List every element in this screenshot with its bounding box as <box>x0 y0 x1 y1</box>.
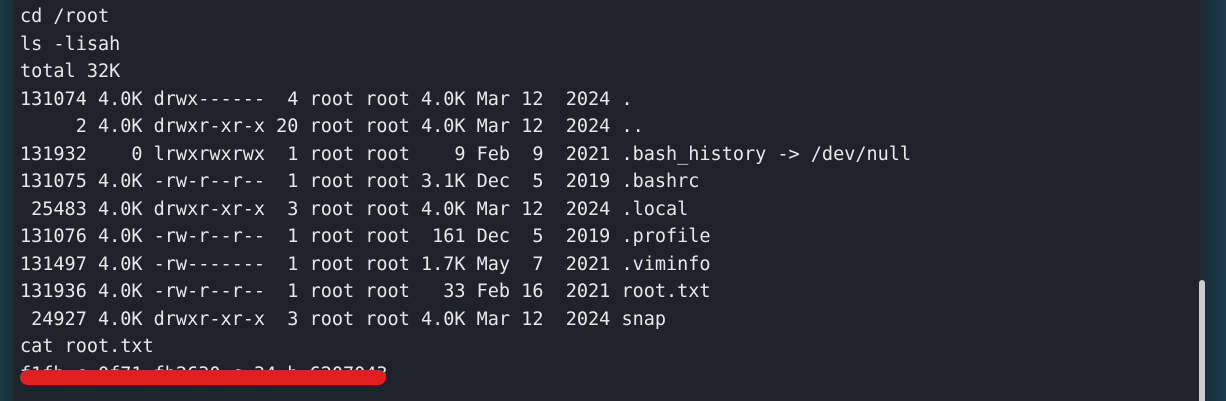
terminal-line-total: total 32K <box>20 61 121 82</box>
listing-row-bashrc: 131075 4.0K -rw-r--r-- 1 root root 3.1K … <box>20 171 700 192</box>
listing-row-root-txt: 131936 4.0K -rw-r--r-- 1 root root 33 Fe… <box>20 281 711 302</box>
listing-row-local: 25483 4.0K drwxr-xr-x 3 root root 4.0K M… <box>20 198 689 220</box>
terminal-line-cat-command: cat root.txt <box>20 336 154 357</box>
terminal-line-cd: cd /root <box>20 6 110 27</box>
window-edge-left <box>0 0 14 401</box>
vertical-scrollbar[interactable] <box>1196 0 1208 401</box>
terminal-pane[interactable]: cd /root ls -lisah total 32K 131074 4.0K dr… <box>14 0 1205 401</box>
redaction-mark <box>20 370 386 385</box>
listing-row-dot: 131074 4.0K drwx------ 4 root root 4.0K … <box>20 88 633 110</box>
listing-row-viminfo: 131497 4.0K -rw------- 1 root root 1.7K … <box>20 253 711 275</box>
terminal-line-ls-command: ls -lisah <box>20 33 121 55</box>
terminal-window: cd /root ls -lisah total 32K 131074 4.0K dr… <box>0 0 1226 401</box>
listing-row-snap: 24927 4.0K drwxr-xr-x 3 root root 4.0K M… <box>20 308 667 330</box>
listing-row-profile: 131076 4.0K -rw-r--r-- 1 root root 161 D… <box>20 226 711 247</box>
listing-row-bash-history: 131932 0 lrwxrwxrwx 1 root root 9 Feb 9 … <box>20 143 912 165</box>
listing-row-dotdot: 2 4.0K drwxr-xr-x 20 root root 4.0K Mar … <box>20 116 644 137</box>
scrollbar-thumb[interactable] <box>1199 280 1205 401</box>
terminal-output[interactable]: cd /root ls -lisah total 32K 131074 4.0K dr… <box>20 3 911 375</box>
